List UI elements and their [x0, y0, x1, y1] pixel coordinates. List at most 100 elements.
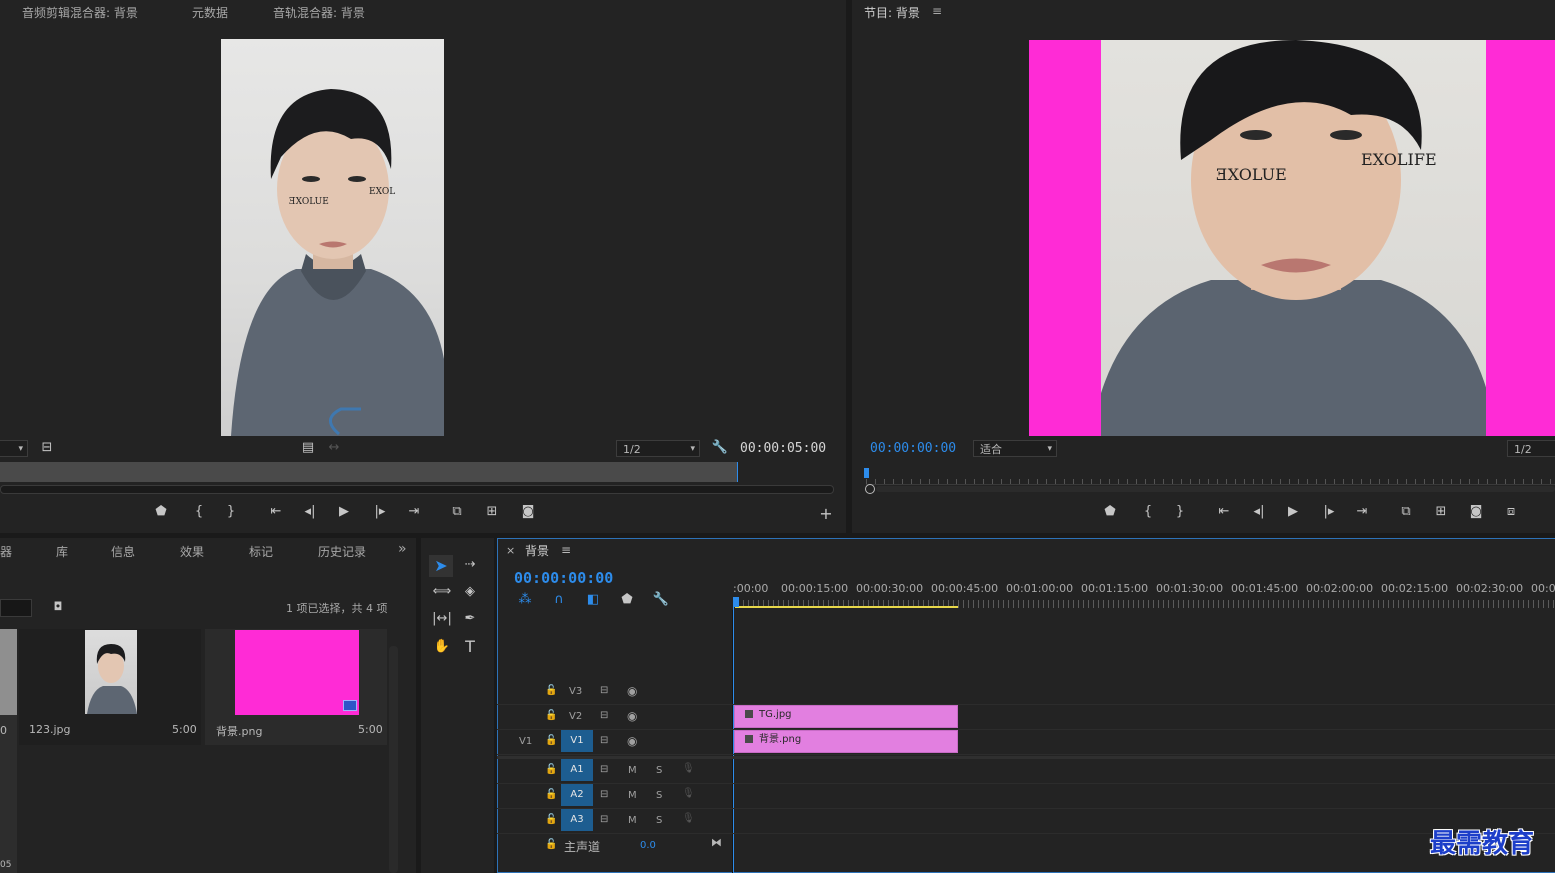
fit-dropdown[interactable]: 适合 ▾ [973, 440, 1057, 457]
drag-video-icon[interactable]: ▤ [298, 439, 318, 457]
track-target-a3[interactable]: A3 [561, 809, 593, 831]
add-marker-icon[interactable]: ⬟ [617, 591, 637, 609]
mark-in-icon[interactable]: { [1138, 503, 1158, 521]
solo-button[interactable]: S [656, 765, 662, 776]
lock-icon[interactable]: 🔓 [545, 764, 557, 775]
project-search-input[interactable] [0, 599, 32, 617]
source-left-dropdown[interactable]: ▾ [0, 440, 28, 457]
wrench-icon[interactable]: 🔧 [710, 439, 730, 457]
compare-view-icon[interactable]: ⧈ [1501, 503, 1521, 521]
sync-lock-icon[interactable]: ⊟ [600, 685, 608, 696]
hand-tool-icon[interactable]: ✋ [432, 638, 452, 656]
tab-markers[interactable]: 标记 [249, 543, 273, 560]
tab-audio-track-mixer[interactable]: 音轨混合器: 背景 [273, 4, 365, 21]
track-target-v1[interactable]: V1 [561, 730, 593, 752]
go-to-out-icon[interactable]: ⇥ [1352, 503, 1372, 521]
mute-button[interactable]: M [628, 790, 637, 801]
lock-icon[interactable]: 🔓 [545, 789, 557, 800]
mark-in-icon[interactable]: { [189, 503, 209, 521]
timeline-settings-icon[interactable]: 🔧 [651, 591, 671, 609]
program-time-ruler[interactable] [866, 470, 1555, 485]
tabs-overflow-icon[interactable]: » [398, 541, 407, 557]
export-frame-icon[interactable]: ◙ [518, 503, 538, 521]
track-target-a1[interactable]: A1 [561, 759, 593, 781]
pen-tool-icon[interactable]: ✒ [460, 610, 480, 628]
export-frame-icon[interactable]: ◙ [1466, 503, 1486, 521]
clip-background-png[interactable]: 背景.png [734, 730, 958, 753]
track-target-a2[interactable]: A2 [561, 784, 593, 806]
eye-icon[interactable]: ◉ [627, 734, 637, 748]
lock-icon[interactable]: 🔓 [545, 735, 557, 746]
panel-menu-icon[interactable]: ≡ [932, 4, 942, 18]
mic-icon[interactable]: 🎙 [682, 788, 695, 799]
timeline-menu-icon[interactable]: ≡ [561, 543, 571, 557]
lock-icon[interactable]: 🔓 [545, 685, 557, 696]
add-marker-icon[interactable]: ⬟ [1100, 503, 1120, 521]
timeline-timecode[interactable]: 00:00:00:00 [514, 569, 613, 587]
program-playhead-icon[interactable] [864, 468, 869, 478]
go-to-out-icon[interactable]: ⇥ [404, 503, 424, 521]
mute-button[interactable]: M [628, 815, 637, 826]
work-area-bar[interactable] [735, 606, 958, 608]
step-forward-icon[interactable]: |▸ [1319, 503, 1339, 521]
source-time-ruler[interactable] [0, 462, 738, 482]
clip-tg-jpg[interactable]: TG.jpg [734, 705, 958, 728]
program-title[interactable]: 节目: 背景 [864, 4, 920, 21]
project-scrollbar[interactable] [389, 646, 398, 873]
mic-icon[interactable]: 🎙 [682, 813, 695, 824]
sync-lock-icon[interactable]: ⊟ [600, 735, 608, 746]
tab-libraries[interactable]: 库 [56, 543, 68, 560]
type-tool-icon[interactable]: T [460, 638, 480, 656]
selection-tool-icon[interactable]: ➤ [429, 555, 453, 577]
ripple-edit-tool-icon[interactable]: ⟺ [432, 583, 452, 601]
go-to-in-icon[interactable]: ⇤ [1214, 503, 1234, 521]
drag-audio-icon[interactable]: ↔ [324, 439, 344, 457]
mute-button[interactable]: M [628, 765, 637, 776]
mic-icon[interactable]: 🎙 [682, 763, 695, 774]
sync-lock-icon[interactable]: ⊟ [600, 764, 608, 775]
step-back-icon[interactable]: ◂| [300, 503, 320, 521]
eye-icon[interactable]: ◉ [627, 684, 637, 698]
play-icon[interactable]: ▶ [1283, 503, 1303, 521]
sync-lock-icon[interactable]: ⊟ [600, 710, 608, 721]
sequence-tab[interactable]: 背景 [525, 542, 549, 559]
project-item-123-jpg[interactable]: 123.jpg 5:00 [19, 629, 201, 745]
lift-icon[interactable]: ⧉ [1396, 503, 1416, 521]
lock-icon[interactable]: 🔓 [545, 814, 557, 825]
sync-lock-icon[interactable]: ⊟ [600, 789, 608, 800]
master-go-to-icon[interactable]: ⧓ [711, 836, 722, 849]
tab-history[interactable]: 历史记录 [318, 543, 366, 560]
overwrite-button-icon[interactable]: ⊞ [482, 503, 502, 521]
eye-icon[interactable]: ◉ [627, 709, 637, 723]
mark-out-icon[interactable]: } [1170, 503, 1190, 521]
insert-icon[interactable]: ⊟ [37, 439, 57, 457]
lock-icon[interactable]: 🔓 [545, 839, 557, 850]
find-icon[interactable]: ◘ [48, 598, 68, 616]
add-button-icon[interactable]: + [816, 505, 836, 523]
tab-effects[interactable]: 效果 [180, 543, 204, 560]
slip-tool-icon[interactable]: |↔| [432, 610, 452, 628]
solo-button[interactable]: S [656, 790, 662, 801]
program-scroll-handle[interactable] [865, 484, 875, 494]
tab-metadata[interactable]: 元数据 [192, 4, 228, 21]
linked-selection-icon[interactable]: ◧ [583, 591, 603, 609]
insert-button-icon[interactable]: ⧉ [447, 503, 467, 521]
tab-audio-clip-mixer[interactable]: 音频剪辑混合器: 背景 [22, 4, 138, 21]
track-select-tool-icon[interactable]: ⇢ [460, 556, 480, 574]
nest-icon[interactable]: ⁂ [515, 591, 535, 609]
source-timecode[interactable]: 00:00:05:00 [740, 441, 826, 456]
tab-media-browser[interactable]: 器 [0, 543, 12, 560]
solo-button[interactable]: S [656, 815, 662, 826]
extract-icon[interactable]: ⊞ [1431, 503, 1451, 521]
timeline-close-icon[interactable]: × [506, 544, 515, 557]
program-timecode[interactable]: 00:00:00:00 [870, 441, 956, 456]
mark-out-icon[interactable]: } [221, 503, 241, 521]
play-icon[interactable]: ▶ [334, 503, 354, 521]
tab-info[interactable]: 信息 [111, 543, 135, 560]
sync-lock-icon[interactable]: ⊟ [600, 814, 608, 825]
go-to-in-icon[interactable]: ⇤ [266, 503, 286, 521]
timeline-playhead-icon[interactable] [733, 597, 739, 607]
master-volume-value[interactable]: 0.0 [640, 840, 656, 851]
lock-icon[interactable]: 🔓 [545, 710, 557, 721]
step-forward-icon[interactable]: |▸ [370, 503, 390, 521]
